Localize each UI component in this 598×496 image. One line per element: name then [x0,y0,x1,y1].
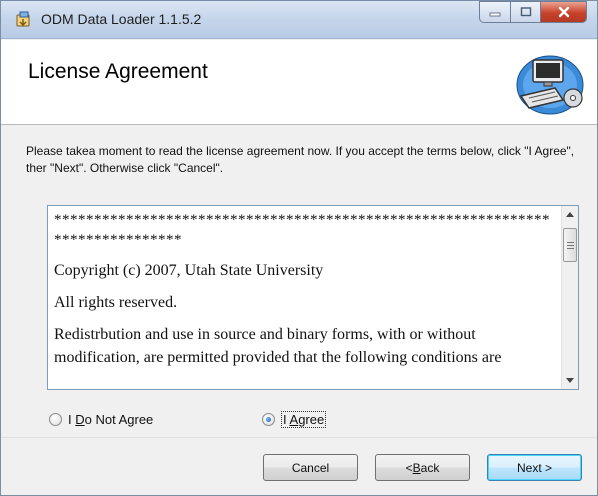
license-stars-line-2: **************** [54,232,182,248]
radio-agree[interactable]: I Agree [262,409,327,429]
minimize-icon [489,12,501,17]
license-rights: All rights reserved. [54,294,178,311]
license-content: ****************************************… [54,210,559,369]
back-button[interactable]: < Back [375,454,470,481]
close-icon [558,6,569,18]
window-controls [479,1,587,25]
scroll-down-arrow-icon [566,378,574,383]
scroll-thumb[interactable] [563,228,577,262]
installer-app-icon [16,11,30,27]
maximize-icon [520,7,531,17]
page-title: License Agreement [28,60,208,83]
close-button[interactable] [541,1,587,23]
license-scrollbar[interactable] [561,206,578,389]
radio-agree-label: I Agree [281,410,327,428]
radio-do-not-agree-label: I Do Not Agree [68,411,154,427]
wizard-header: License Agreement [1,40,597,125]
scroll-up-arrow-icon [566,212,574,217]
cancel-button[interactable]: Cancel [263,454,358,481]
maximize-button[interactable] [511,1,541,23]
window-title: ODM Data Loader 1.1.5.2 [41,11,202,27]
license-copyright: Copyright (c) 2007, Utah State Universit… [54,262,324,279]
radio-do-not-agree-circle[interactable] [49,412,62,426]
scroll-down-button[interactable] [562,372,578,389]
computer-setup-graphic [516,55,584,115]
button-bar: Cancel < Back Next > [1,437,597,495]
title-bar[interactable]: ODM Data Loader 1.1.5.2 [1,1,597,39]
radio-agree-circle[interactable] [262,412,275,426]
radio-do-not-agree[interactable]: I Do Not Agree [49,409,153,429]
installer-window: ODM Data Loader 1.1.5.2 License Agreemen… [0,0,598,496]
scroll-up-button[interactable] [562,206,578,223]
next-button[interactable]: Next > [487,454,582,481]
instructions-text: Please takea moment to read the license … [26,144,575,175]
license-stars-line: ****************************************… [54,212,550,228]
license-textbox[interactable]: ****************************************… [47,205,579,390]
license-redistribution: Redistrbution and use in source and bina… [54,326,502,366]
minimize-button[interactable] [479,1,511,23]
